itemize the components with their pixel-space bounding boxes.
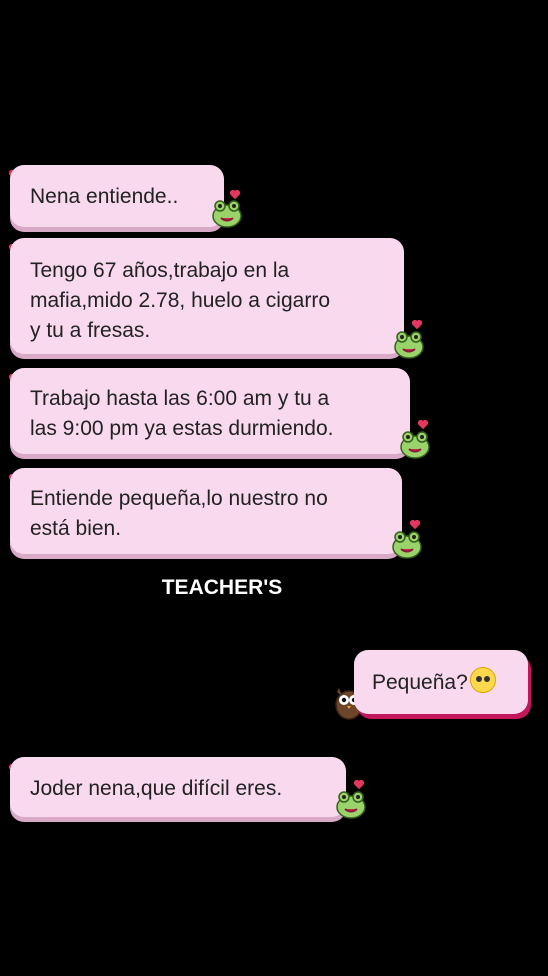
message-bubble-3[interactable]: Trabajo hasta las 6:00 am y tu a las 9:0…	[10, 368, 410, 454]
sender-label: TEACHER'S	[161, 576, 283, 599]
message-text: las 9:00 pm ya estas durmiendo.	[30, 417, 334, 440]
message-bubble-2[interactable]: Tengo 67 años,trabajo en la mafia,mido 2…	[10, 238, 404, 354]
message-text: Trabajo hasta las 6:00 am y tu a	[30, 387, 330, 410]
frog-sticker-icon	[394, 331, 424, 359]
message-text: y tu a fresas.	[30, 319, 151, 342]
pleading-face-emoji-icon	[469, 667, 496, 693]
frog-sticker-icon	[392, 531, 422, 559]
frog-sticker-icon	[212, 200, 242, 228]
message-text: está bien.	[30, 517, 122, 540]
message-text: Nena entiende..	[30, 185, 179, 208]
message-bubble-outgoing[interactable]: Pequeña?	[354, 650, 528, 714]
frog-sticker-icon	[336, 791, 366, 819]
message-text: mafia,mido 2.78, huelo a cigarro	[30, 289, 330, 312]
message-text: Joder nena,que difícil eres.	[30, 777, 283, 800]
message-text: Entiende pequeña,lo nuestro no	[30, 487, 328, 510]
message-bubble-5[interactable]: Joder nena,que difícil eres.	[10, 757, 346, 817]
message-bubble-4[interactable]: Entiende pequeña,lo nuestro no está bien…	[10, 468, 402, 554]
message-text: Tengo 67 años,trabajo en la	[30, 259, 290, 282]
frog-sticker-icon	[400, 431, 430, 459]
message-text: Pequeña?	[372, 671, 468, 694]
message-bubble-1[interactable]: Nena entiende..	[10, 165, 224, 227]
